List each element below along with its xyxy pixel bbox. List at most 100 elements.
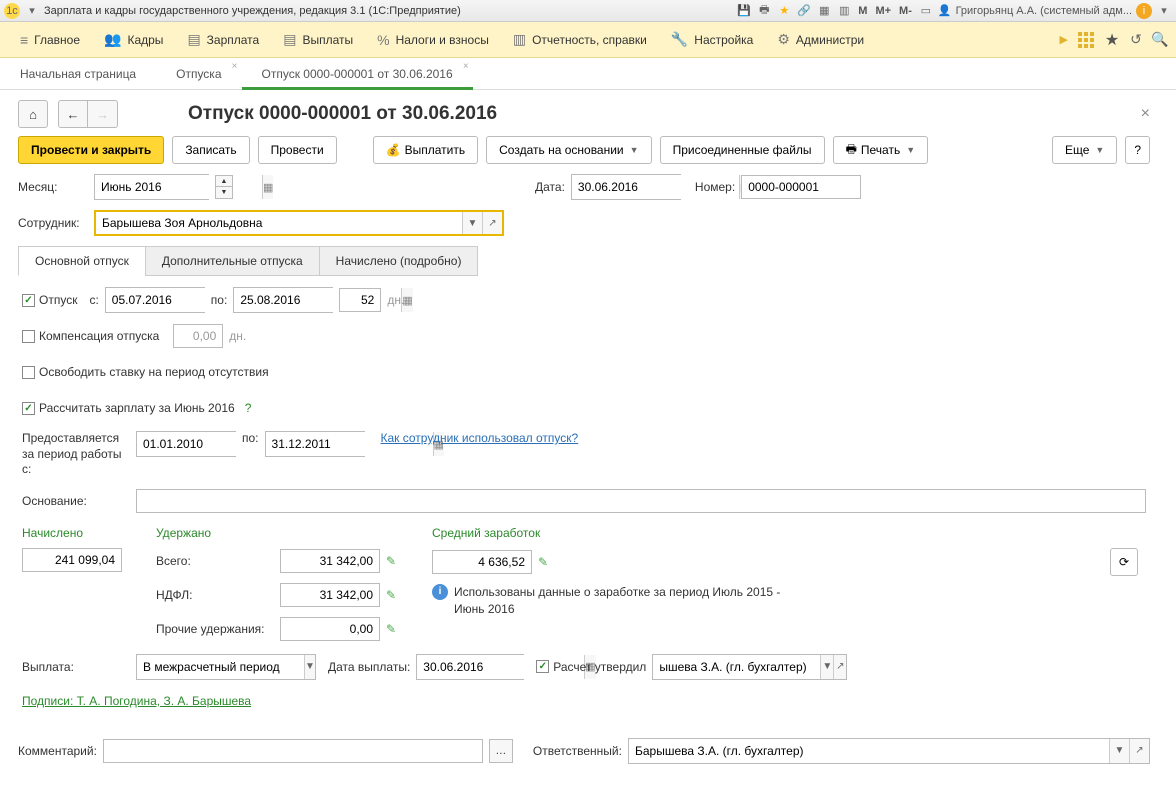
dropdown-icon[interactable]: ▼	[1109, 739, 1129, 763]
other-value[interactable]	[280, 617, 380, 641]
withheld-total[interactable]	[280, 549, 380, 573]
create-based-button[interactable]: Создать на основании▼	[486, 136, 651, 164]
calendar-icon[interactable]: ▥	[836, 3, 852, 19]
avg-value[interactable]	[432, 550, 532, 574]
user-label[interactable]: 👤Григорьянц А.А. (системный адм...	[938, 4, 1132, 17]
payment-type-input[interactable]	[137, 655, 304, 679]
apps-icon[interactable]	[1076, 30, 1096, 50]
post-button[interactable]: Провести	[258, 136, 337, 164]
tab-current[interactable]: Отпуск 0000-000001 от 30.06.2016×	[242, 59, 473, 89]
subtab-accrued[interactable]: Начислено (подробно)	[319, 246, 479, 276]
accrued-value[interactable]	[22, 548, 122, 572]
edit-icon[interactable]: ✎	[538, 555, 548, 569]
compensation-input[interactable]	[173, 324, 223, 348]
mminus-button[interactable]: M-	[897, 5, 914, 17]
more-button[interactable]: Еще▼	[1052, 136, 1117, 164]
dropdown-icon[interactable]: ▾	[24, 3, 40, 19]
open-icon[interactable]: ↗	[1129, 739, 1149, 763]
comment-input[interactable]	[103, 739, 483, 763]
more-icon[interactable]: ▶	[1060, 33, 1068, 46]
app-icon: 1c	[4, 3, 20, 19]
close-icon[interactable]: ×	[232, 61, 238, 72]
vacation-checkbox[interactable]: ✓Отпуск	[22, 293, 77, 307]
edit-icon[interactable]: ✎	[386, 622, 396, 636]
open-icon[interactable]: ↗	[482, 212, 502, 234]
app-title: Зарплата и кадры государственного учрежд…	[44, 5, 461, 17]
signatures-link[interactable]: Подписи: Т. А. Погодина, З. А. Барышева	[22, 694, 251, 708]
edit-icon[interactable]: ✎	[386, 588, 396, 602]
dropdown-icon[interactable]: ▼	[820, 655, 833, 679]
month-stepper[interactable]: ▲▼	[215, 175, 233, 199]
calendar-icon[interactable]: ▦	[262, 175, 273, 199]
star-nav-icon[interactable]: ★	[1104, 32, 1120, 48]
print-button[interactable]: 🖶Печать▼	[833, 136, 929, 164]
month-input-wrap: ▦	[94, 174, 209, 200]
menu-icon[interactable]: ▾	[1156, 3, 1172, 19]
tab-start[interactable]: Начальная страница	[0, 59, 156, 89]
m-button[interactable]: M	[856, 5, 869, 17]
help-button[interactable]: ?	[1125, 136, 1150, 164]
pay-button[interactable]: 💰Выплатить	[373, 136, 478, 164]
date-input-wrap: ▦	[571, 174, 681, 200]
attachments-button[interactable]: Присоединенные файлы	[660, 136, 825, 164]
history-icon[interactable]: ↺	[1128, 32, 1144, 48]
help-link[interactable]: ?	[245, 401, 252, 415]
tab-vacations[interactable]: Отпуска×	[156, 59, 241, 89]
panels-icon[interactable]: ▭	[918, 3, 934, 19]
number-label: Номер:	[695, 180, 735, 194]
menu-salary[interactable]: ▤Зарплата	[175, 22, 271, 58]
compensation-checkbox[interactable]: Компенсация отпуска	[22, 329, 159, 343]
info-icon: i	[432, 584, 448, 600]
back-button[interactable]: ←	[58, 100, 88, 128]
approver-input[interactable]	[653, 655, 820, 679]
basis-input[interactable]	[136, 489, 1146, 513]
info-icon[interactable]: i	[1136, 3, 1152, 19]
usage-link[interactable]: Как сотрудник использовал отпуск?	[381, 431, 579, 445]
ndfl-value[interactable]	[280, 583, 380, 607]
menu-taxes[interactable]: %Налоги и взносы	[365, 22, 501, 58]
subtabs: Основной отпуск Дополнительные отпуска Н…	[18, 246, 1150, 276]
close-button[interactable]: ×	[1141, 105, 1150, 123]
home-button[interactable]: ⌂	[18, 100, 48, 128]
responsible-label: Ответственный:	[533, 744, 622, 758]
calc-icon[interactable]: ▦	[816, 3, 832, 19]
close-icon[interactable]: ×	[463, 61, 469, 72]
menu-settings[interactable]: 🔧Настройка	[659, 22, 766, 58]
save-icon[interactable]: 💾	[736, 3, 752, 19]
payment-row: Выплата: ▼ Дата выплаты: ▦ ✓Расчет утвер…	[22, 654, 1146, 680]
forward-button[interactable]: →	[88, 100, 118, 128]
link-icon[interactable]: 🔗	[796, 3, 812, 19]
refresh-button[interactable]: ⟳	[1110, 548, 1138, 576]
release-checkbox[interactable]: Освободить ставку на период отсутствия	[22, 365, 269, 379]
avg-header: Средний заработок	[432, 526, 1146, 540]
page-title: Отпуск 0000-000001 от 30.06.2016	[188, 103, 497, 125]
dropdown-icon[interactable]: ▼	[462, 212, 482, 234]
post-close-button[interactable]: Провести и закрыть	[18, 136, 164, 164]
search-icon[interactable]: 🔍	[1152, 32, 1168, 48]
days-input[interactable]	[339, 288, 381, 312]
employee-input[interactable]	[96, 212, 462, 234]
menu-admin[interactable]: ⚙Администри	[765, 22, 876, 58]
menu-home[interactable]: ≡Главное	[8, 22, 92, 58]
month-input[interactable]	[95, 175, 262, 199]
provided-label: Предоставляется за период работы с:	[22, 431, 130, 478]
menu-personnel[interactable]: 👥Кадры	[92, 22, 175, 58]
subtab-additional[interactable]: Дополнительные отпуска	[145, 246, 320, 276]
dropdown-icon[interactable]: ▼	[304, 655, 315, 679]
print-icon[interactable]: 🖶	[756, 3, 772, 19]
menu-payments[interactable]: ▤Выплаты	[271, 22, 365, 58]
responsible-input[interactable]	[629, 739, 1109, 763]
subtab-main[interactable]: Основной отпуск	[18, 246, 146, 276]
header-row: ⌂ ← → Отпуск 0000-000001 от 30.06.2016 ×	[18, 100, 1150, 128]
approved-checkbox[interactable]: ✓Расчет утвердил	[536, 660, 646, 674]
titlebar: 1c ▾ Зарплата и кадры государственного у…	[0, 0, 1176, 22]
comment-more-button[interactable]: …	[489, 739, 513, 763]
open-icon[interactable]: ↗	[833, 655, 846, 679]
calc-salary-checkbox[interactable]: ✓Рассчитать зарплату за Июнь 2016	[22, 401, 235, 415]
favorite-icon[interactable]: ★	[776, 3, 792, 19]
edit-icon[interactable]: ✎	[386, 554, 396, 568]
number-input[interactable]	[741, 175, 861, 199]
mplus-button[interactable]: M+	[873, 5, 893, 17]
save-button[interactable]: Записать	[172, 136, 249, 164]
menu-reports[interactable]: ▥Отчетность, справки	[501, 22, 659, 58]
